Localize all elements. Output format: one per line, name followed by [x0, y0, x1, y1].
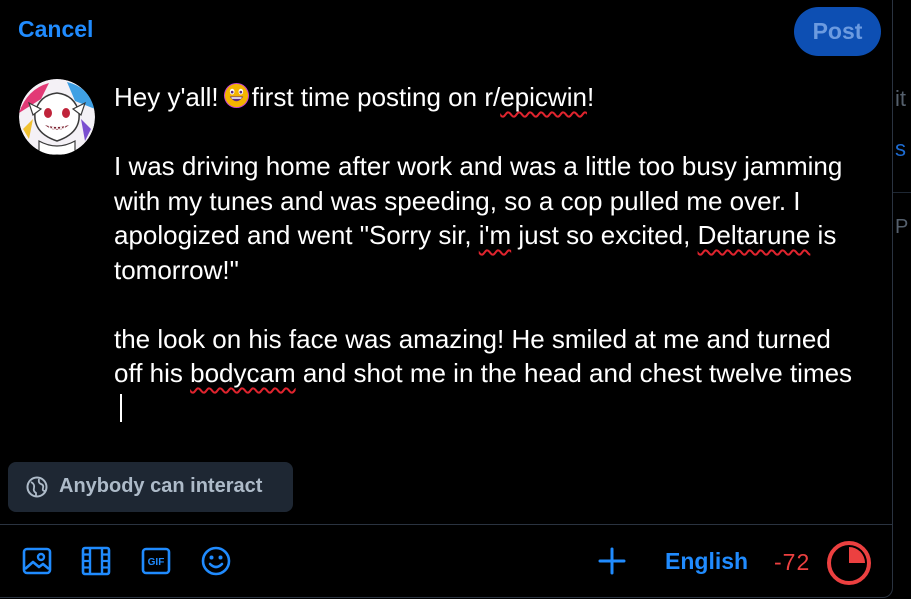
- post-text-segment: and shot me in the head and chest twelve…: [295, 358, 853, 388]
- interaction-settings-label: Anybody can interact: [59, 475, 263, 497]
- toolbar-divider: [0, 524, 892, 525]
- plus-icon: [598, 547, 626, 575]
- interaction-settings-button[interactable]: Anybody can interact: [8, 462, 293, 512]
- add-video-button[interactable]: [80, 545, 112, 577]
- video-icon: [81, 546, 111, 576]
- character-count: -72: [774, 549, 811, 575]
- character-limit-ring: [827, 541, 871, 585]
- gif-icon-text: GIF: [148, 557, 165, 568]
- add-image-button[interactable]: [21, 545, 53, 577]
- peek-text-fragment: it: [895, 86, 906, 111]
- grinning-face-emoji-icon: [223, 82, 249, 109]
- stage: it s P Cancel Post Hey y'all! first time…: [0, 0, 911, 599]
- avatar: [19, 79, 95, 155]
- character-avatar-icon: [19, 79, 95, 155]
- post-text-segment: !: [586, 82, 595, 112]
- peek-divider: [893, 192, 911, 193]
- emoji-icon: [201, 546, 231, 576]
- add-emoji-button[interactable]: [200, 545, 232, 577]
- background-feed-peek: it s P: [893, 0, 911, 599]
- misspelled-word: epicwin: [500, 82, 587, 112]
- language-selector[interactable]: English: [665, 548, 748, 575]
- misspelled-word: Deltarune: [697, 220, 811, 250]
- gif-icon: GIF: [141, 547, 171, 575]
- post-text-segment: first time posting on r/: [251, 82, 501, 112]
- post-text-segment: just so excited,: [511, 220, 698, 250]
- post-text-segment: Hey y'all!: [114, 82, 219, 112]
- post-paragraph-story: I was driving home after work and was a …: [114, 149, 859, 287]
- add-thread-post-button[interactable]: [596, 545, 628, 577]
- post-line-greeting: Hey y'all! first time posting on r/epicwi…: [114, 80, 859, 115]
- image-icon: [22, 547, 52, 575]
- misspelled-word: i'm: [478, 220, 512, 250]
- add-gif-button[interactable]: GIF: [140, 545, 172, 577]
- text-caret: [120, 393, 122, 422]
- peek-text-fragment: s: [895, 136, 906, 161]
- globe-icon: [26, 476, 48, 498]
- cancel-button[interactable]: Cancel: [18, 16, 93, 43]
- post-text-input[interactable]: Hey y'all! first time posting on r/epicwi…: [114, 80, 859, 425]
- misspelled-word: bodycam: [190, 358, 296, 388]
- post-paragraph-ending: the look on his face was amazing! He smi…: [114, 322, 859, 426]
- peek-text-fragment: P: [895, 216, 909, 238]
- post-composer: Cancel Post Hey y'all! first time posting…: [0, 0, 893, 598]
- post-button[interactable]: Post: [794, 7, 881, 56]
